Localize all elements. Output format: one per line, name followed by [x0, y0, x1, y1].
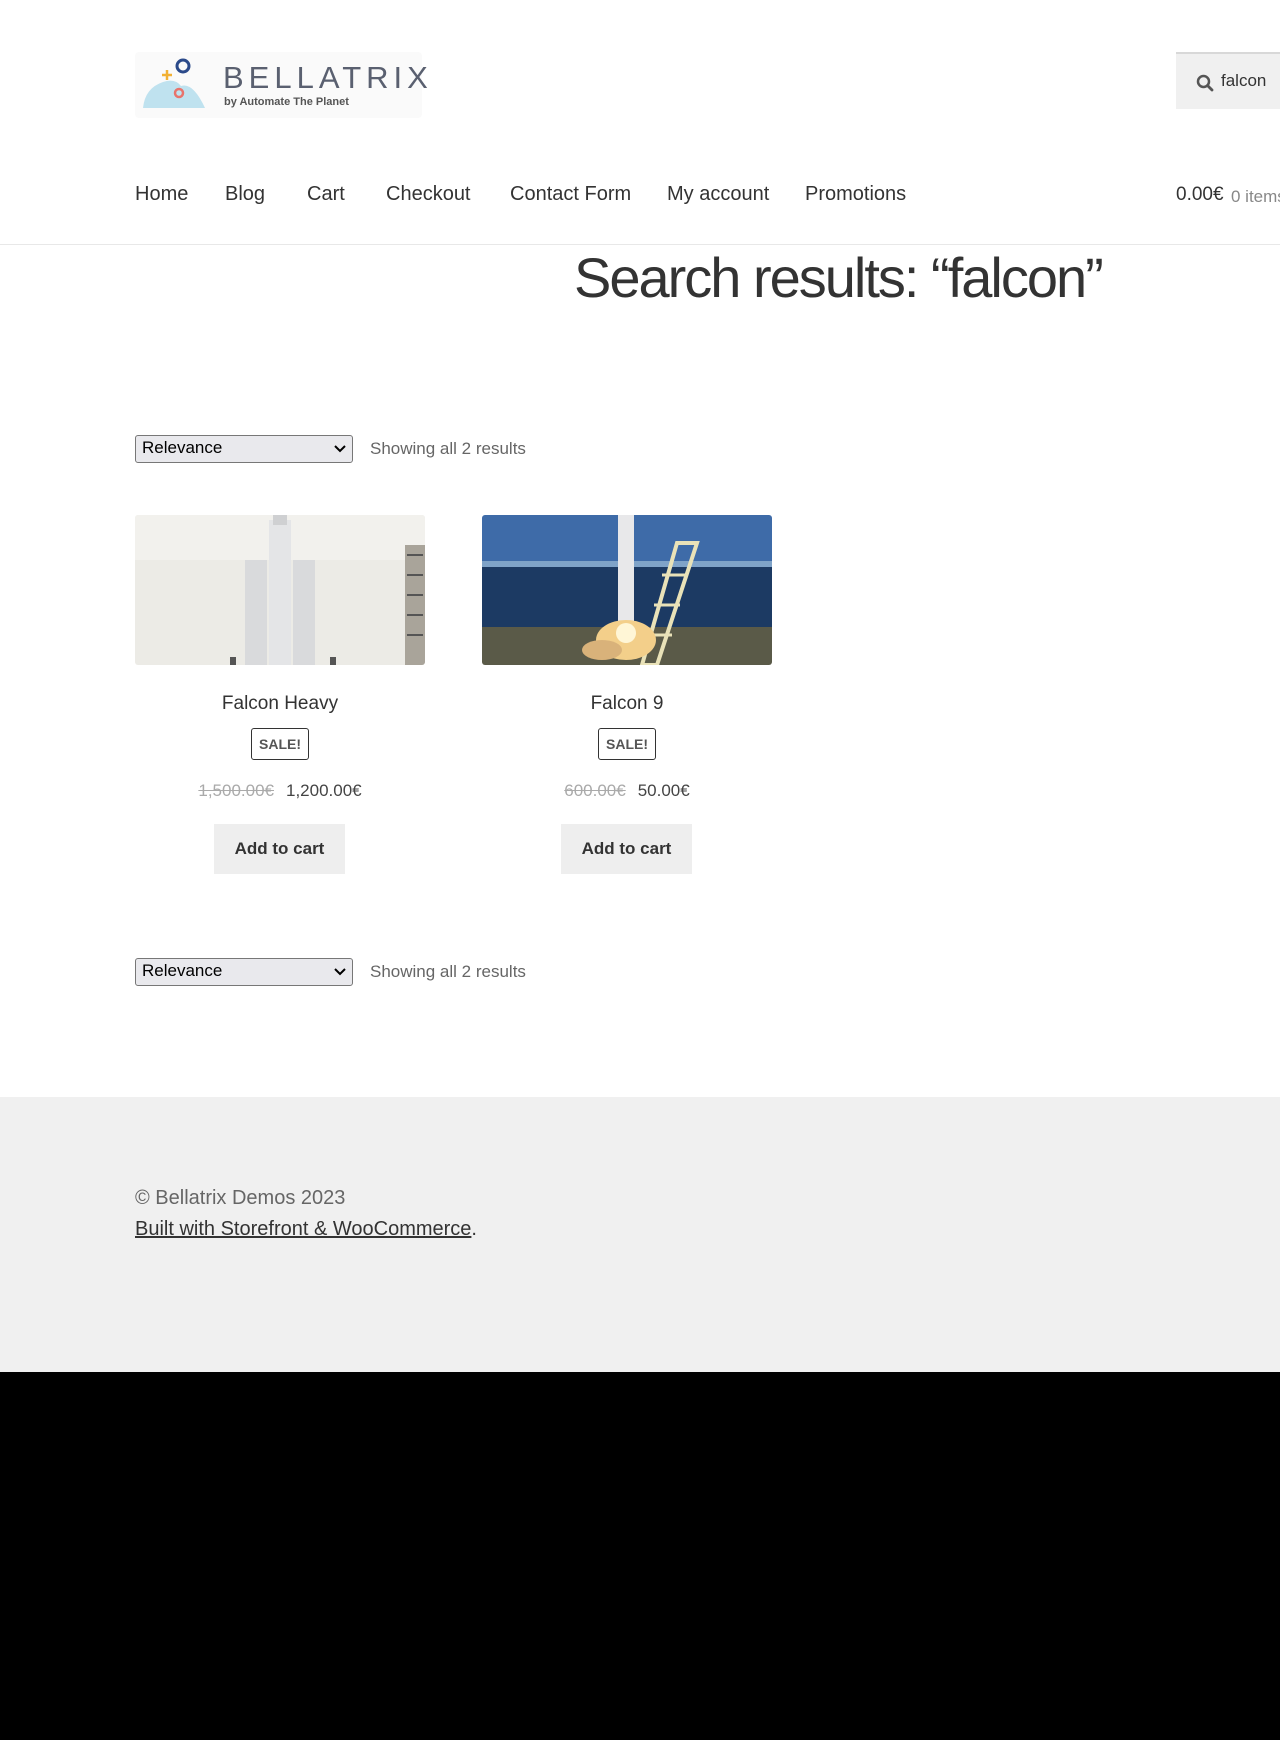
- sort-select[interactable]: Relevance: [135, 958, 353, 986]
- logo-wordmark: BELLATRIX: [223, 60, 433, 95]
- nav-item-home[interactable]: Home: [135, 183, 188, 206]
- nav-item-contact-form[interactable]: Contact Form: [510, 183, 631, 206]
- result-count: Showing all 2 results: [370, 439, 526, 458]
- logo-tagline: by Automate The Planet: [224, 96, 349, 108]
- price-new: 1,200.00€: [286, 781, 362, 800]
- footer-credit: Built with Storefront & WooCommerce.: [135, 1218, 477, 1241]
- sale-badge: SALE!: [251, 728, 309, 760]
- nav-item-promotions[interactable]: Promotions: [805, 183, 906, 206]
- site-logo[interactable]: BELLATRIX by Automate The Planet: [135, 52, 428, 118]
- sort-select-value: Relevance: [142, 438, 223, 457]
- add-to-cart-button[interactable]: Add to cart: [214, 824, 345, 874]
- page: BELLATRIX by Automate The Planet falcon …: [0, 0, 1280, 1372]
- sale-badge: SALE!: [598, 728, 656, 760]
- product-title[interactable]: Falcon 9: [482, 693, 772, 715]
- logo-icon: [143, 58, 205, 108]
- product-image: [482, 515, 772, 665]
- sort-select-value: Relevance: [142, 961, 223, 980]
- product-price: 1,500.00€ 1,200.00€: [135, 781, 425, 801]
- price-old: 1,500.00€: [198, 781, 274, 800]
- site-footer: © Bellatrix Demos 2023 Built with Storef…: [0, 1097, 1280, 1372]
- product-image-falcon-heavy[interactable]: [135, 515, 425, 665]
- nav-item-my-account[interactable]: My account: [667, 183, 769, 206]
- header-cart-count[interactable]: 0 items: [1231, 187, 1280, 207]
- nav-item-blog[interactable]: Blog: [225, 183, 265, 206]
- product-price: 600.00€ 50.00€: [482, 781, 772, 801]
- product-image-falcon-9[interactable]: [482, 515, 772, 665]
- header-cart-total[interactable]: 0.00€: [1176, 184, 1224, 206]
- product-title[interactable]: Falcon Heavy: [135, 693, 425, 715]
- search-box[interactable]: falcon: [1176, 52, 1280, 109]
- footer-copyright: © Bellatrix Demos 2023: [135, 1187, 346, 1209]
- price-old: 600.00€: [564, 781, 626, 800]
- page-title: Search results: “falcon”: [574, 246, 1104, 309]
- footer-credit-link[interactable]: Built with Storefront & WooCommerce: [135, 1218, 471, 1240]
- chevron-down-icon: [334, 968, 346, 976]
- search-icon: [1196, 74, 1214, 92]
- chevron-down-icon: [334, 445, 346, 453]
- price-new: 50.00€: [637, 781, 690, 800]
- add-to-cart-button[interactable]: Add to cart: [561, 824, 692, 874]
- result-count: Showing all 2 results: [370, 962, 526, 981]
- footer-credit-suffix: .: [471, 1218, 477, 1240]
- search-input[interactable]: falcon: [1221, 71, 1266, 91]
- product-image: [135, 515, 425, 665]
- nav-item-checkout[interactable]: Checkout: [386, 183, 471, 206]
- sort-select[interactable]: Relevance: [135, 435, 353, 463]
- nav-item-cart[interactable]: Cart: [307, 183, 345, 206]
